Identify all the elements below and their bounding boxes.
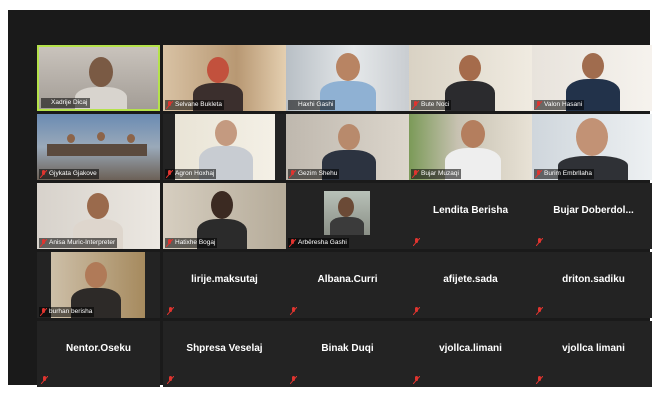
tile-bujar-doberdol[interactable]: Bujar Doberdol...: [532, 183, 652, 249]
video-tile-agron-hoxhaj[interactable]: Agron Hoxhaj: [163, 114, 286, 180]
mic-muted-icon: [167, 376, 174, 384]
mic-muted-icon: [290, 376, 297, 384]
tile-vjollca-limani-2[interactable]: vjollca limani: [532, 321, 652, 387]
tile-afijete-sada[interactable]: afijete.sada: [409, 252, 532, 318]
participant-name: afijete.sada: [443, 274, 498, 285]
mic-muted-icon: [40, 239, 47, 247]
mic-muted-icon: [290, 307, 297, 315]
tile-nentor-oseku[interactable]: Nentor.Oseku: [37, 321, 160, 387]
mic-muted-icon: [413, 376, 420, 384]
video-tile-arberesha-gashi[interactable]: Arbëresha Gashi: [286, 183, 409, 249]
video-tile-gjykata-gjakove[interactable]: Gjykata Gjakove: [37, 114, 160, 180]
tile-albana-curri[interactable]: Albana.Curri: [286, 252, 409, 318]
participant-name: Bujar Muzaqi: [411, 169, 461, 179]
mic-muted-icon: [413, 307, 420, 315]
participant-name: Lendita Berisha: [432, 205, 509, 216]
video-tile-gezim-shehu[interactable]: Gezim Shehu: [286, 114, 409, 180]
mic-muted-icon: [166, 170, 173, 178]
video-tile-xadrije-dicaj[interactable]: Xadrije Dicaj: [37, 45, 160, 111]
mic-muted-icon: [536, 376, 543, 384]
participant-name: Xadrije Dicaj: [41, 98, 90, 108]
participant-name: driton.sadiku: [562, 274, 625, 285]
participant-name: Anisa Muric-Interpreter: [39, 238, 118, 248]
participant-name: burhan berisha: [39, 307, 95, 317]
tile-shpresa-veselaj[interactable]: Shpresa Veselaj: [163, 321, 286, 387]
participant-name: Bute Noci: [411, 100, 452, 110]
participant-name: Burim Embrllaha: [534, 169, 595, 179]
tile-vjollca-limani-1[interactable]: vjollca.limani: [409, 321, 532, 387]
participant-name: Gezim Shehu: [288, 169, 340, 179]
tile-lendita-berisha[interactable]: Lendita Berisha: [409, 183, 532, 249]
mic-muted-icon: [412, 170, 419, 178]
participant-name: Shpresa Veselaj: [186, 343, 263, 354]
mic-muted-icon: [289, 170, 296, 178]
video-tile-valon-hasani[interactable]: Valon Hasani: [532, 45, 652, 111]
mic-muted-icon: [167, 307, 174, 315]
participant-name: Haxhi Gashi: [288, 100, 336, 110]
participant-name: vjollca limani: [562, 343, 625, 354]
participant-name: lirije.maksutaj: [191, 274, 258, 285]
video-tile-burhan-berisha[interactable]: burhan berisha: [37, 252, 160, 318]
participant-name: vjollca.limani: [439, 343, 502, 354]
participant-name: Albana.Curri: [317, 274, 378, 285]
tile-driton-sadiku[interactable]: driton.sadiku: [532, 252, 652, 318]
video-tile-haxhi-gashi[interactable]: Haxhi Gashi: [286, 45, 409, 111]
video-tile-bute-noci[interactable]: Bute Noci: [409, 45, 532, 111]
mic-muted-icon: [166, 239, 173, 247]
video-tile-burim-embrllaha[interactable]: Burim Embrllaha: [532, 114, 652, 180]
participant-name: Selvane Bukleta: [165, 100, 224, 110]
mic-muted-icon: [41, 376, 48, 384]
gallery-view: Xadrije Dicaj Selvane Bukleta Haxhi Gash…: [8, 10, 652, 387]
mic-muted-icon: [412, 101, 419, 109]
participant-name: Valon Hasani: [534, 100, 585, 110]
mic-muted-icon: [535, 170, 542, 178]
participant-name: Agron Hoxhaj: [165, 169, 217, 179]
participant-name: Bujar Doberdol...: [553, 205, 634, 216]
participant-name: Arbëresha Gashi: [288, 238, 349, 248]
participant-name: Gjykata Gjakove: [39, 169, 99, 179]
video-tile-bujar-muzaqi[interactable]: Bujar Muzaqi: [409, 114, 532, 180]
mic-muted-icon: [289, 239, 296, 247]
mic-muted-icon: [413, 238, 420, 246]
video-tile-selvane-bukleta[interactable]: Selvane Bukleta: [163, 45, 286, 111]
mic-muted-icon: [40, 308, 47, 316]
mic-muted-icon: [536, 238, 543, 246]
video-tile-anisa-muric[interactable]: Anisa Muric-Interpreter: [37, 183, 160, 249]
mic-muted-icon: [536, 307, 543, 315]
tile-lirije-maksutaj[interactable]: lirije.maksutaj: [163, 252, 286, 318]
video-tile-hatixhe-bogaj[interactable]: Hatixhe Bogaj: [163, 183, 286, 249]
mic-muted-icon: [40, 170, 47, 178]
participant-name: Binak Duqi: [321, 343, 374, 354]
participant-name: Nentor.Oseku: [65, 343, 132, 354]
tile-binak-duqi[interactable]: Binak Duqi: [286, 321, 409, 387]
participant-name: Hatixhe Bogaj: [165, 238, 218, 248]
video-feed: [324, 191, 370, 235]
mic-muted-icon: [166, 101, 173, 109]
mic-muted-icon: [535, 101, 542, 109]
